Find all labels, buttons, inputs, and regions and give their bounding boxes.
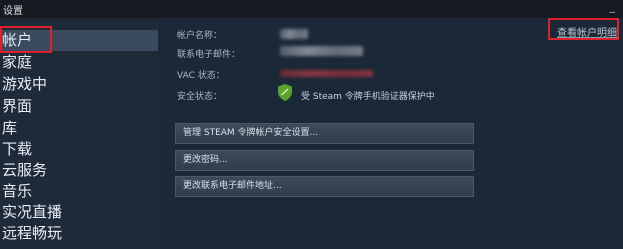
email-value bbox=[280, 46, 363, 56]
account-highlight-box bbox=[0, 26, 52, 53]
minimize-button[interactable]: _ bbox=[610, 0, 616, 13]
sidebar-item-in-game[interactable]: 游戏中 bbox=[0, 74, 158, 95]
change-password-button[interactable]: 更改密码... bbox=[175, 150, 474, 171]
sidebar-item-library[interactable]: 库 bbox=[0, 118, 158, 139]
title-bar: 设置 _ bbox=[0, 0, 623, 18]
email-label: 联系电子邮件： bbox=[177, 50, 241, 60]
vac-label: VAC 状态： bbox=[177, 71, 225, 81]
sidebar-item-cloud[interactable]: 云服务 bbox=[0, 160, 158, 181]
sidebar-item-remote-play[interactable]: 远程畅玩 bbox=[0, 223, 158, 244]
sidebar-item-music[interactable]: 音乐 bbox=[0, 181, 158, 202]
account-name-label: 帐户名称： bbox=[177, 31, 223, 41]
vac-value bbox=[280, 70, 373, 77]
account-name-value bbox=[280, 29, 308, 39]
window-title: 设置 bbox=[3, 6, 23, 17]
security-label: 安全状态： bbox=[177, 92, 223, 102]
sidebar-item-family[interactable]: 家庭 bbox=[0, 52, 158, 73]
security-status: 受 Steam 令牌手机验证器保护中 bbox=[301, 92, 435, 102]
sidebar-item-downloads[interactable]: 下载 bbox=[0, 139, 158, 160]
manage-steam-guard-button[interactable]: 管理 STEAM 令牌帐户安全设置... bbox=[175, 123, 474, 144]
sidebar-item-broadcasting[interactable]: 实况直播 bbox=[0, 202, 158, 223]
change-email-button[interactable]: 更改联系电子邮件地址... bbox=[175, 176, 474, 197]
details-highlight-box bbox=[548, 18, 619, 40]
shield-icon bbox=[278, 84, 292, 101]
sidebar-item-interface[interactable]: 界面 bbox=[0, 96, 158, 117]
